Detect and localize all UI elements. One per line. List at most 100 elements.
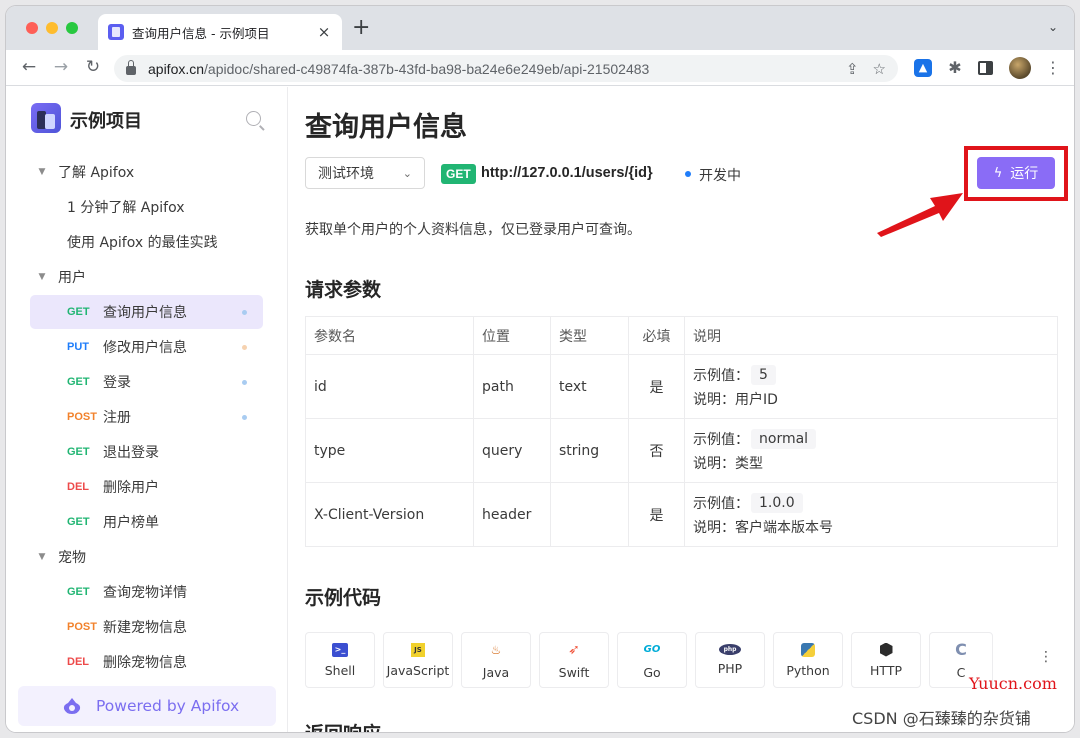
param-location: path bbox=[473, 354, 551, 419]
tab-go[interactable]: GO Go bbox=[617, 632, 687, 688]
method-label: POST bbox=[67, 411, 97, 423]
sidebar-item-login[interactable]: GET 登录 bbox=[30, 365, 263, 399]
table-row: type query string 否 示例值： normal 说明： 类型 bbox=[305, 418, 1058, 483]
sidebar-item-delete-user[interactable]: DEL 删除用户 bbox=[30, 470, 263, 504]
project-logo-icon bbox=[31, 103, 61, 133]
side-panel-icon[interactable] bbox=[978, 61, 993, 75]
tab-java[interactable]: ♨ Java bbox=[461, 632, 531, 688]
caret-down-icon[interactable]: ▼ bbox=[30, 167, 54, 177]
environment-select[interactable]: 测试环境 ⌄ bbox=[305, 157, 425, 189]
site-watermark: Yuucn.com bbox=[969, 674, 1057, 693]
example-value[interactable]: 1.0.0 bbox=[751, 492, 803, 513]
sidebar-item-label: 查询用户信息 bbox=[103, 305, 187, 321]
extension-icon[interactable]: ▲ bbox=[914, 59, 932, 77]
run-button[interactable]: ϟ 运行 bbox=[977, 157, 1055, 189]
sidebar-item-label: 用户榜单 bbox=[103, 515, 159, 531]
sidebar-item-label: 登录 bbox=[103, 375, 131, 391]
status-dot bbox=[242, 415, 247, 420]
table-row: X-Client-Version header 是 示例值： 1.0.0 说明：客… bbox=[305, 482, 1058, 547]
sidebar-group-pets[interactable]: ▼ 宠物 bbox=[30, 540, 263, 574]
forward-button[interactable]: → bbox=[50, 57, 72, 77]
more-languages-icon[interactable]: ⋮ bbox=[1039, 649, 1053, 665]
column-header: 类型 bbox=[550, 316, 629, 355]
sidebar: 示例项目 ▼ 了解 Apifox 1 分钟了解 Apifox 使用 Apifox… bbox=[6, 87, 288, 732]
browser-window: 查询用户信息 - 示例项目 × + ⌄ ← → ↻ apifox.cn/apid… bbox=[6, 6, 1074, 732]
tab-swift[interactable]: ➶ Swift bbox=[539, 632, 609, 688]
sidebar-item-get-pet[interactable]: GET 查询宠物详情 bbox=[30, 575, 263, 609]
close-icon[interactable]: × bbox=[316, 23, 332, 41]
param-description: 示例值： 1.0.0 说明： 客户端本版本号 bbox=[684, 482, 1058, 547]
status-dot bbox=[685, 171, 691, 177]
sidebar-item-logout[interactable]: GET 退出登录 bbox=[30, 435, 263, 469]
browser-tab[interactable]: 查询用户信息 - 示例项目 × bbox=[98, 14, 342, 50]
example-value[interactable]: normal bbox=[751, 428, 817, 449]
tab-bar: 查询用户信息 - 示例项目 × + ⌄ bbox=[6, 6, 1074, 50]
caret-down-icon[interactable]: ▼ bbox=[30, 272, 54, 282]
shell-icon: >_ bbox=[332, 642, 348, 657]
method-label: GET bbox=[67, 376, 90, 388]
sidebar-item-update-user[interactable]: PUT 修改用户信息 bbox=[30, 330, 263, 364]
tab-shell[interactable]: >_ Shell bbox=[305, 632, 375, 688]
sidebar-item-user-ranking[interactable]: GET 用户榜单 bbox=[30, 505, 263, 539]
new-tab-button[interactable]: + bbox=[352, 17, 370, 39]
sidebar-item-register[interactable]: POST 注册 bbox=[30, 400, 263, 434]
lock-icon bbox=[126, 60, 136, 75]
search-icon[interactable] bbox=[246, 111, 261, 126]
reload-button[interactable]: ↻ bbox=[82, 57, 104, 77]
sidebar-item-create-pet[interactable]: POST 新建宠物信息 bbox=[30, 610, 263, 644]
python-icon bbox=[801, 642, 815, 657]
puzzle-icon[interactable]: ✱ bbox=[946, 59, 964, 77]
method-label: PUT bbox=[67, 341, 89, 353]
status-badge: 开发中 bbox=[699, 168, 741, 184]
kebab-menu-icon[interactable]: ⋮ bbox=[1044, 59, 1062, 77]
sidebar-item-label: 删除宠物信息 bbox=[103, 655, 187, 671]
param-name: X-Client-Version bbox=[305, 482, 474, 547]
sidebar-item-label: 修改用户信息 bbox=[103, 340, 187, 356]
sidebar-item-delete-pet[interactable]: DEL 删除宠物信息 bbox=[30, 645, 263, 679]
powered-by-text: Powered by Apifox bbox=[96, 697, 240, 715]
sidebar-item-label: 注册 bbox=[103, 410, 131, 426]
tab-php[interactable]: php PHP bbox=[695, 632, 765, 688]
minimize-window-button[interactable] bbox=[46, 22, 58, 34]
http-icon bbox=[879, 642, 893, 657]
param-description: 示例值： normal 说明： 类型 bbox=[684, 418, 1058, 483]
lightning-icon: ϟ bbox=[993, 165, 1003, 181]
column-header: 参数名 bbox=[305, 316, 474, 355]
code-language-tabs: >_ Shell JS JavaScript ♨ Java ➶ Swift GO… bbox=[305, 632, 993, 688]
param-name: type bbox=[305, 418, 474, 483]
close-window-button[interactable] bbox=[26, 22, 38, 34]
avatar[interactable] bbox=[1009, 57, 1031, 79]
response-section-title: 返回响应 bbox=[305, 719, 381, 732]
powered-by-apifox-link[interactable]: Powered by Apifox bbox=[18, 686, 276, 726]
red-arrow-annotation bbox=[877, 193, 963, 237]
tab-python[interactable]: Python bbox=[773, 632, 843, 688]
maximize-window-button[interactable] bbox=[66, 22, 78, 34]
c-icon: C bbox=[955, 640, 967, 659]
chevron-down-icon[interactable]: ⌄ bbox=[1048, 20, 1058, 34]
param-name: id bbox=[305, 354, 474, 419]
address-bar[interactable]: apifox.cn/apidoc/shared-c49874fa-387b-43… bbox=[114, 55, 898, 82]
sidebar-group-users[interactable]: ▼ 用户 bbox=[30, 260, 263, 294]
sidebar-item-label: 查询宠物详情 bbox=[103, 585, 187, 601]
sidebar-item-label: 删除用户 bbox=[103, 480, 159, 496]
example-value[interactable]: 5 bbox=[751, 364, 776, 385]
sidebar-group-about[interactable]: ▼ 了解 Apifox bbox=[30, 155, 263, 189]
method-label: POST bbox=[67, 621, 97, 633]
sidebar-item-get-user[interactable]: GET 查询用户信息 bbox=[30, 295, 263, 329]
tab-http[interactable]: HTTP bbox=[851, 632, 921, 688]
sidebar-doc-intro[interactable]: 1 分钟了解 Apifox bbox=[30, 190, 263, 224]
bookmark-star-icon[interactable]: ☆ bbox=[873, 60, 886, 78]
share-icon[interactable]: ⇪ bbox=[846, 60, 859, 78]
sidebar-doc-best-practice[interactable]: 使用 Apifox 的最佳实践 bbox=[30, 225, 263, 259]
param-required: 否 bbox=[628, 418, 685, 483]
tab-javascript[interactable]: JS JavaScript bbox=[383, 632, 453, 688]
code-section-title: 示例代码 bbox=[305, 587, 382, 609]
back-button[interactable]: ← bbox=[18, 57, 40, 77]
endpoint-url: http://127.0.0.1/users/{id} bbox=[481, 165, 653, 181]
status-dot bbox=[242, 345, 247, 350]
param-type: text bbox=[550, 354, 629, 419]
caret-down-icon[interactable]: ▼ bbox=[30, 552, 54, 562]
table-header-row: 参数名 位置 类型 必填 说明 bbox=[305, 316, 1058, 355]
param-required: 是 bbox=[628, 482, 685, 547]
url-text[interactable]: apifox.cn/apidoc/shared-c49874fa-387b-43… bbox=[148, 61, 832, 77]
